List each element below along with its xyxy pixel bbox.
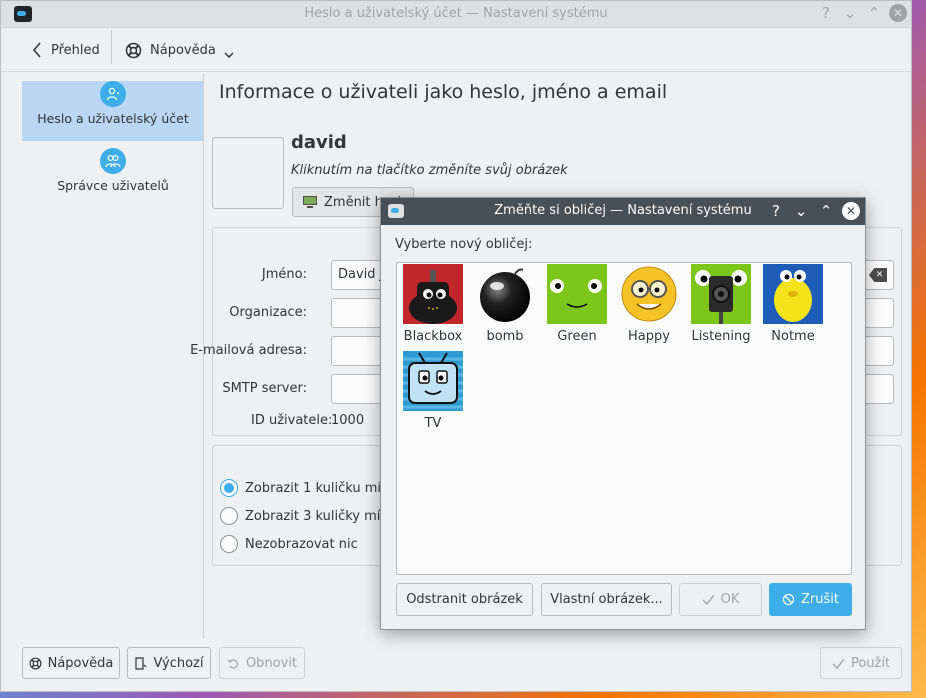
radio-label: Nezobrazovat nic — [245, 536, 358, 552]
reset-button[interactable]: Obnovit — [219, 647, 305, 679]
undo-icon — [227, 658, 238, 669]
radio-label: Zobrazit 3 kuličky místo — [245, 508, 401, 524]
face-item-green[interactable]: Green — [544, 264, 610, 344]
face-item-bomb[interactable]: bomb — [472, 264, 538, 344]
user-icon — [100, 81, 126, 107]
dialog-titlebar[interactable]: Změňte si obličej — Nastavení systému ? … — [381, 198, 865, 225]
ok-label: OK — [720, 592, 740, 607]
radio-option-one-bullet[interactable]: Zobrazit 1 kuličku místo — [220, 479, 401, 497]
users-icon — [100, 148, 126, 174]
lifebuoy-icon — [29, 657, 42, 669]
checkmark-icon — [702, 594, 715, 605]
apply-button-label: Použít — [850, 655, 891, 671]
organization-label: Organizace: — [229, 305, 307, 320]
user-id-value: 1000 — [331, 413, 365, 428]
help-icon[interactable]: ? — [767, 202, 785, 220]
smtp-label: SMTP server: — [222, 381, 307, 396]
toolbar: Přehled Nápověda — [1, 28, 911, 72]
sidebar-item-label: Heslo a uživatelský účet — [37, 111, 189, 126]
face-item-blackbox[interactable]: Blackbox — [400, 264, 466, 344]
close-icon[interactable]: ✕ — [842, 202, 860, 220]
radio-label: Zobrazit 1 kuličku místo — [245, 480, 401, 496]
minimize-icon[interactable]: ⌄ — [841, 4, 859, 22]
window-title: Heslo a uživatelský účet — Nastavení sys… — [304, 6, 608, 21]
page-title: Informace o uživateli jako heslo, jméno … — [219, 81, 668, 103]
green-face-image — [547, 264, 607, 324]
reset-button-label: Obnovit — [245, 655, 298, 671]
avatar-hint: Kliknutím na tlačítko změníte svůj obráz… — [291, 163, 568, 178]
listening-face-image — [691, 264, 751, 324]
remove-picture-button[interactable]: Odstranit obrázek — [396, 583, 533, 616]
face-name: Notme — [771, 329, 815, 344]
face-name: Listening — [691, 329, 751, 344]
help-button-label: Nápověda — [47, 655, 114, 671]
remove-picture-label: Odstranit obrázek — [406, 592, 523, 607]
back-button[interactable]: Přehled — [31, 38, 100, 62]
radio-button[interactable] — [220, 535, 238, 553]
cancel-label: Zrušit — [801, 592, 839, 607]
sidebar-item-account[interactable]: Heslo a uživatelský účet — [22, 81, 204, 141]
radio-option-none[interactable]: Nezobrazovat nic — [220, 535, 358, 553]
ok-button[interactable]: OK — [679, 583, 762, 616]
face-item-tv[interactable]: TV — [400, 351, 466, 431]
back-label: Přehled — [51, 42, 100, 58]
radio-option-three-bullets[interactable]: Zobrazit 3 kuličky místo — [220, 507, 400, 525]
display-icon — [303, 196, 317, 208]
happy-face-image — [619, 264, 679, 324]
tv-face-image — [403, 351, 463, 411]
checkmark-icon — [832, 658, 845, 669]
avatar-button[interactable] — [212, 137, 284, 209]
face-name: Blackbox — [403, 329, 463, 344]
maximize-icon[interactable]: ⌃ — [865, 4, 883, 22]
help-icon[interactable]: ? — [817, 4, 835, 22]
minimize-icon[interactable]: ⌄ — [792, 202, 810, 220]
face-item-listening[interactable]: Listening — [688, 264, 754, 344]
user-id-label: ID uživatele: — [251, 413, 333, 428]
maximize-icon[interactable]: ⌃ — [817, 202, 835, 220]
help-label: Nápověda — [150, 42, 216, 58]
face-name: Green — [557, 329, 597, 344]
lifebuoy-icon — [125, 42, 142, 58]
defaults-button-label: Výchozí — [153, 655, 204, 671]
face-name: TV — [424, 416, 442, 431]
face-item-notme[interactable]: Notme — [760, 264, 826, 344]
sidebar-item-user-manager[interactable]: Správce uživatelů — [22, 148, 204, 208]
document-icon — [135, 656, 147, 670]
change-face-dialog: Změňte si obličej — Nastavení systému ? … — [380, 197, 866, 630]
face-list: Blackbox bomb Green Happy Listening Notm… — [396, 262, 852, 575]
face-name: bomb — [486, 329, 524, 344]
username: david — [291, 132, 347, 153]
clear-icon[interactable]: ✕ — [869, 268, 887, 282]
face-item-happy[interactable]: Happy — [616, 264, 682, 344]
radio-button[interactable] — [220, 507, 238, 525]
email-label: E-mailová adresa: — [190, 343, 307, 358]
face-name: Happy — [628, 329, 670, 344]
sidebar-item-label: Správce uživatelů — [57, 178, 169, 193]
bomb-face-image — [475, 264, 535, 324]
blackbox-face-image — [403, 264, 463, 324]
notme-face-image — [763, 264, 823, 324]
help-button[interactable]: Nápověda — [22, 647, 120, 679]
chevron-down-icon — [224, 52, 234, 59]
sidebar: Heslo a uživatelský účet Správce uživate… — [22, 74, 204, 208]
chevron-left-icon — [33, 42, 41, 58]
defaults-button[interactable]: Výchozí — [127, 647, 211, 679]
custom-picture-label: Vlastní obrázek... — [550, 592, 663, 607]
cancel-icon — [782, 593, 795, 606]
close-icon[interactable]: ✕ — [889, 4, 907, 22]
dialog-prompt: Vyberte nový obličej: — [395, 237, 533, 252]
radio-button[interactable] — [220, 479, 238, 497]
help-menu-button[interactable]: Nápověda — [125, 38, 234, 62]
custom-picture-button[interactable]: Vlastní obrázek... — [541, 583, 672, 616]
window-titlebar[interactable]: Heslo a uživatelský účet — Nastavení sys… — [1, 1, 911, 28]
cancel-button[interactable]: Zrušit — [769, 583, 852, 616]
name-label: Jméno: — [261, 267, 307, 282]
apply-button[interactable]: Použít — [820, 647, 902, 679]
toolbar-separator — [111, 30, 112, 64]
